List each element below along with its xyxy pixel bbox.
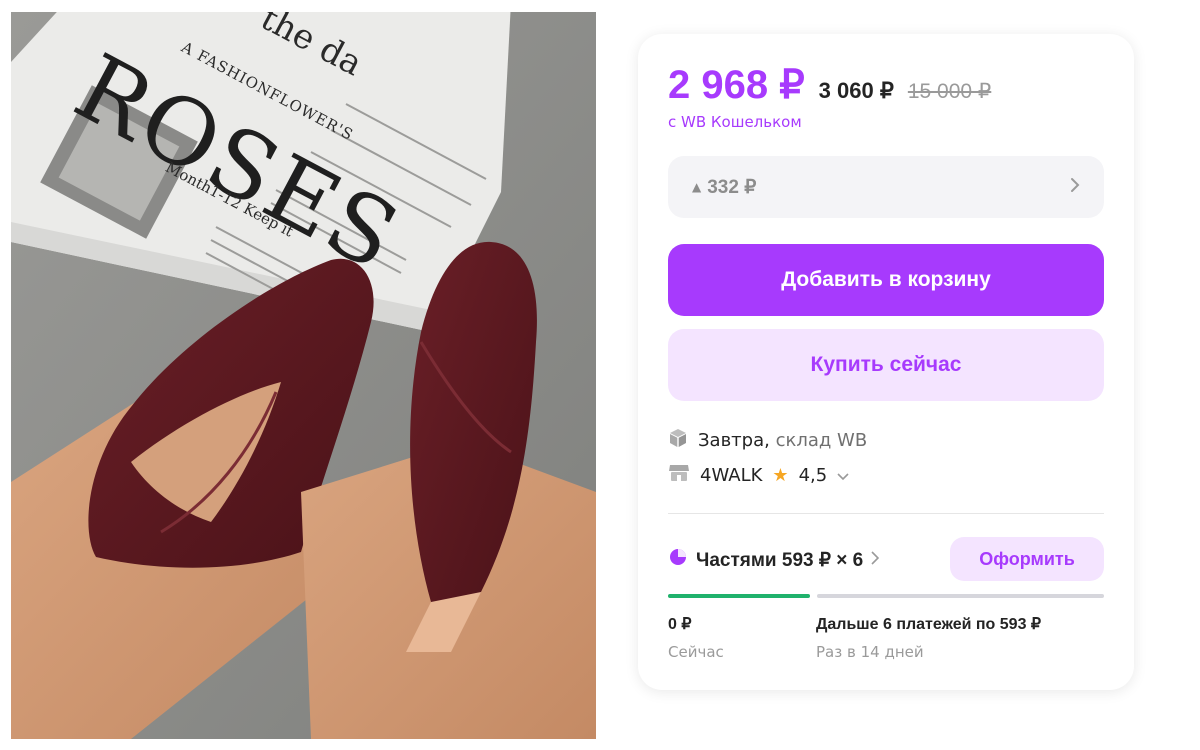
discount-value: 332 ₽ — [707, 176, 757, 198]
add-to-cart-button[interactable]: Добавить в корзину — [668, 244, 1104, 316]
delivery-info: Завтра, склад WB — [668, 428, 867, 453]
price-old: 15 000 ₽ — [907, 80, 992, 103]
progress-later-segment — [817, 594, 1104, 598]
chevron-right-icon — [871, 549, 880, 571]
chevron-down-icon[interactable] — [837, 465, 849, 486]
progress-now-segment — [668, 594, 810, 598]
store-icon — [668, 463, 690, 488]
chevron-right-icon — [1070, 177, 1080, 197]
discount-box[interactable]: ▲ 332 ₽ — [668, 156, 1104, 218]
delivery-source: склад WB — [775, 430, 868, 451]
triangle-up-icon: ▲ — [692, 180, 702, 194]
delivery-day: Завтра, — [698, 430, 770, 451]
payment-later-amount: Дальше 6 платежей по 593 ₽ — [816, 616, 1042, 633]
installments-progress — [668, 594, 1104, 598]
seller-info[interactable]: 4WALK ★ 4,5 — [668, 463, 849, 488]
price-wallet: 2 968 ₽ — [668, 63, 805, 107]
payment-now-amount: 0 ₽ — [668, 616, 692, 633]
buy-box: 2 968 ₽ 3 060 ₽ 15 000 ₽ с WB Кошельком … — [638, 34, 1134, 690]
seller-name[interactable]: 4WALK — [700, 465, 762, 486]
payment-later: Дальше 6 платежей по 593 ₽ Раз в 14 дней — [816, 614, 1041, 661]
payment-later-label: Раз в 14 дней — [816, 643, 924, 661]
payment-now: 0 ₽ Сейчас — [668, 614, 724, 661]
price-row: 2 968 ₽ 3 060 ₽ 15 000 ₽ — [668, 62, 991, 108]
wallet-note: с WB Кошельком — [668, 113, 802, 131]
payment-now-label: Сейчас — [668, 643, 724, 661]
price-regular: 3 060 ₽ — [818, 78, 894, 103]
installments-label: Частями 593 ₽ × 6 — [696, 549, 864, 571]
installments-link[interactable]: Частями 593 ₽ × 6 — [668, 547, 880, 573]
product-photo: the da A FASHIONFLOWER'S ROSES Month1-12… — [11, 12, 596, 739]
installments-order-button[interactable]: Оформить — [950, 537, 1104, 581]
buy-now-button[interactable]: Купить сейчас — [668, 329, 1104, 401]
divider — [668, 513, 1104, 514]
star-icon: ★ — [772, 465, 789, 486]
box-icon — [668, 428, 688, 453]
pie-chart-icon — [668, 547, 688, 573]
seller-rating: 4,5 — [798, 465, 828, 486]
